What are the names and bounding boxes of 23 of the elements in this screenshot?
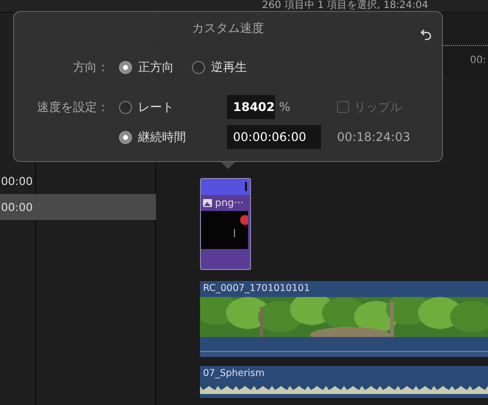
list-row[interactable]: 00:00	[0, 168, 156, 194]
clip-name: png···	[215, 198, 244, 208]
image-icon	[203, 199, 212, 207]
image-clip[interactable]: png···	[200, 178, 251, 270]
radio-option[interactable]: 正方向	[119, 58, 174, 76]
field-label: 速度を設定：	[37, 98, 109, 116]
status-text: 260 項目中 1 項目を選択, 18:24:04	[262, 0, 428, 12]
radio-option[interactable]: 継続時間	[119, 128, 217, 146]
radio-option[interactable]: レート	[119, 98, 217, 116]
clip-name: 07_Spherism	[202, 367, 266, 381]
undo-icon[interactable]	[420, 28, 432, 40]
clip-name: RC_0007_1701010101	[202, 282, 311, 296]
duration-reading: 00:18:24:03	[337, 130, 412, 144]
input-field[interactable]: 18402	[227, 95, 275, 119]
timecode: 00:	[470, 55, 486, 66]
field-label: 方向：	[73, 58, 109, 76]
popover-title: カスタム速度	[191, 20, 265, 37]
list-row[interactable]: 00:00	[0, 194, 156, 220]
unit-label: %	[279, 100, 290, 114]
input-field[interactable]: 00:00:06:00	[227, 125, 321, 149]
video-clip[interactable]: RC_0007_1701010101	[200, 281, 488, 357]
audio-clip[interactable]: 07_Spherism	[200, 366, 488, 398]
radio-option[interactable]: 逆再生	[192, 58, 247, 76]
